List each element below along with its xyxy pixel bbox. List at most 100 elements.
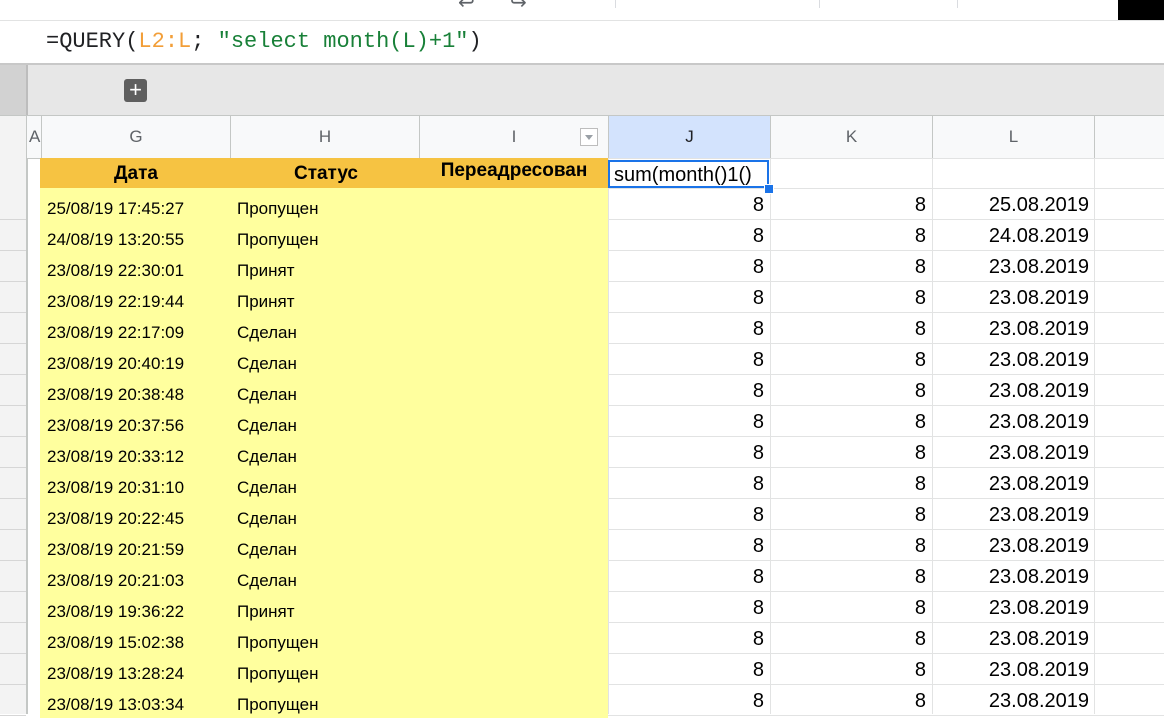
month-cell-k[interactable]: 8 <box>915 628 926 651</box>
date-cell[interactable]: 23/08/19 22:19:44 <box>47 292 184 312</box>
date-cell[interactable]: 23/08/19 20:38:48 <box>47 385 184 405</box>
month-cell-j[interactable]: 8 <box>753 597 764 620</box>
date-cell-l[interactable]: 23.08.2019 <box>989 566 1089 589</box>
column-header-k[interactable]: K <box>771 116 933 158</box>
month-cell-j[interactable]: 8 <box>753 473 764 496</box>
month-cell-j[interactable]: 8 <box>753 690 764 713</box>
redo-icon[interactable]: ↪ <box>510 0 527 15</box>
date-cell-l[interactable]: 24.08.2019 <box>989 225 1089 248</box>
date-cell[interactable]: 23/08/19 20:33:12 <box>47 447 184 467</box>
column-header-g[interactable]: G <box>42 116 231 158</box>
date-cell-l[interactable]: 23.08.2019 <box>989 318 1089 341</box>
month-cell-k[interactable]: 8 <box>915 473 926 496</box>
header-cell-status[interactable]: Статус <box>232 158 420 188</box>
date-cell[interactable]: 24/08/19 13:20:55 <box>47 230 184 250</box>
date-cell[interactable]: 23/08/19 13:28:24 <box>47 664 184 684</box>
month-cell-k[interactable]: 8 <box>915 349 926 372</box>
date-cell[interactable]: 23/08/19 20:31:10 <box>47 478 184 498</box>
date-cell[interactable]: 23/08/19 20:22:45 <box>47 509 184 529</box>
status-cell[interactable]: Сделан <box>237 447 297 467</box>
month-cell-k[interactable]: 8 <box>915 597 926 620</box>
status-cell[interactable]: Сделан <box>237 323 297 343</box>
sheet-grid[interactable]: Дата Статус Переадресован 25/08/19 17:45… <box>0 156 1164 718</box>
month-cell-k[interactable]: 8 <box>915 690 926 713</box>
column-header-l[interactable]: L <box>933 116 1095 158</box>
date-cell-l[interactable]: 23.08.2019 <box>989 380 1089 403</box>
date-cell-l[interactable]: 23.08.2019 <box>989 535 1089 558</box>
date-cell-l[interactable]: 23.08.2019 <box>989 504 1089 527</box>
month-cell-j[interactable]: 8 <box>753 256 764 279</box>
month-cell-k[interactable]: 8 <box>915 287 926 310</box>
date-cell-l[interactable]: 23.08.2019 <box>989 349 1089 372</box>
date-cell-l[interactable]: 23.08.2019 <box>989 597 1089 620</box>
header-cell-date[interactable]: Дата <box>40 158 232 188</box>
formula-text[interactable]: =QUERY(L2:L; "select month(L)+1") <box>46 29 482 54</box>
month-cell-k[interactable]: 8 <box>915 659 926 682</box>
date-cell-l[interactable]: 23.08.2019 <box>989 256 1089 279</box>
status-cell[interactable]: Принят <box>237 602 295 622</box>
date-cell[interactable]: 23/08/19 15:02:38 <box>47 633 184 653</box>
status-cell[interactable]: Сделан <box>237 509 297 529</box>
date-cell[interactable]: 23/08/19 20:37:56 <box>47 416 184 436</box>
month-cell-k[interactable]: 8 <box>915 535 926 558</box>
status-cell[interactable]: Сделан <box>237 571 297 591</box>
status-cell[interactable]: Сделан <box>237 385 297 405</box>
status-cell[interactable]: Пропущен <box>237 633 318 653</box>
month-cell-k[interactable]: 8 <box>915 194 926 217</box>
month-cell-j[interactable]: 8 <box>753 442 764 465</box>
status-cell[interactable]: Пропущен <box>237 230 318 250</box>
status-cell[interactable]: Пропущен <box>237 664 318 684</box>
status-cell[interactable]: Пропущен <box>237 695 318 715</box>
month-cell-j[interactable]: 8 <box>753 535 764 558</box>
expand-group-button[interactable]: + <box>124 79 147 102</box>
month-cell-j[interactable]: 8 <box>753 380 764 403</box>
date-cell[interactable]: 23/08/19 20:21:03 <box>47 571 184 591</box>
date-cell[interactable]: 23/08/19 19:36:22 <box>47 602 184 622</box>
status-cell[interactable]: Пропущен <box>237 199 318 219</box>
date-cell[interactable]: 23/08/19 20:21:59 <box>47 540 184 560</box>
month-cell-j[interactable]: 8 <box>753 225 764 248</box>
status-cell[interactable]: Принят <box>237 261 295 281</box>
status-cell[interactable]: Сделан <box>237 354 297 374</box>
month-cell-j[interactable]: 8 <box>753 318 764 341</box>
fill-handle[interactable] <box>764 184 774 194</box>
column-header-h[interactable]: H <box>231 116 420 158</box>
month-cell-k[interactable]: 8 <box>915 256 926 279</box>
month-cell-j[interactable]: 8 <box>753 287 764 310</box>
month-cell-j[interactable]: 8 <box>753 411 764 434</box>
date-cell-l[interactable]: 23.08.2019 <box>989 411 1089 434</box>
date-cell-l[interactable]: 23.08.2019 <box>989 287 1089 310</box>
date-cell[interactable]: 23/08/19 22:30:01 <box>47 261 184 281</box>
status-cell[interactable]: Сделан <box>237 540 297 560</box>
month-cell-k[interactable]: 8 <box>915 504 926 527</box>
month-cell-j[interactable]: 8 <box>753 504 764 527</box>
active-cell-editor[interactable]: sum(month()1() <box>608 160 769 188</box>
month-cell-k[interactable]: 8 <box>915 566 926 589</box>
month-cell-j[interactable]: 8 <box>753 659 764 682</box>
month-cell-k[interactable]: 8 <box>915 411 926 434</box>
date-cell[interactable]: 25/08/19 17:45:27 <box>47 199 184 219</box>
date-cell[interactable]: 23/08/19 13:03:34 <box>47 695 184 715</box>
month-cell-j[interactable]: 8 <box>753 349 764 372</box>
header-cell-forwarded[interactable]: Переадресован <box>420 156 608 186</box>
month-cell-j[interactable]: 8 <box>753 628 764 651</box>
date-cell-l[interactable]: 23.08.2019 <box>989 690 1089 713</box>
column-header-i[interactable]: I <box>420 116 609 158</box>
status-cell[interactable]: Принят <box>237 292 295 312</box>
month-cell-j[interactable]: 8 <box>753 194 764 217</box>
column-header-j[interactable]: J <box>609 116 771 158</box>
status-cell[interactable]: Сделан <box>237 416 297 436</box>
column-header-a[interactable]: A <box>27 116 42 158</box>
month-cell-k[interactable]: 8 <box>915 318 926 341</box>
date-cell[interactable]: 23/08/19 20:40:19 <box>47 354 184 374</box>
select-all-corner[interactable] <box>0 116 27 158</box>
date-cell-l[interactable]: 23.08.2019 <box>989 628 1089 651</box>
date-cell-l[interactable]: 23.08.2019 <box>989 473 1089 496</box>
undo-icon[interactable]: ↩ <box>458 0 475 15</box>
filter-dropdown-icon[interactable] <box>580 128 598 146</box>
formula-bar[interactable]: =QUERY(L2:L; "select month(L)+1") <box>0 21 1164 63</box>
date-cell-l[interactable]: 23.08.2019 <box>989 442 1089 465</box>
date-cell[interactable]: 23/08/19 22:17:09 <box>47 323 184 343</box>
month-cell-j[interactable]: 8 <box>753 566 764 589</box>
date-cell-l[interactable]: 23.08.2019 <box>989 659 1089 682</box>
